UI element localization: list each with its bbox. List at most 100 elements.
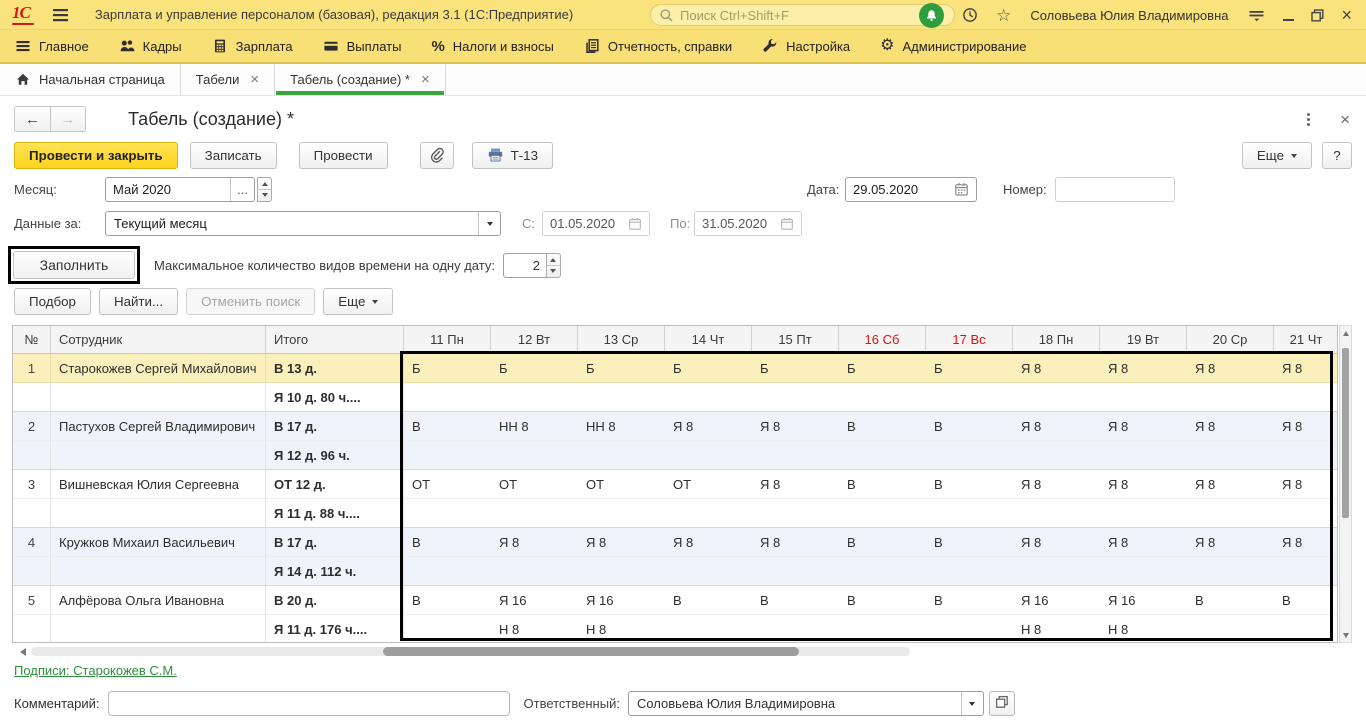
post-button[interactable]: Провести — [299, 142, 388, 169]
day-cell[interactable] — [665, 441, 752, 469]
day-cell[interactable] — [752, 499, 839, 527]
day-cell[interactable]: Я 8 — [1274, 470, 1338, 498]
main-menu-icon[interactable] — [52, 8, 69, 22]
day-cell[interactable]: Я 8 — [665, 412, 752, 440]
notifications-bell-icon[interactable] — [919, 3, 944, 28]
day-cell[interactable] — [926, 441, 1013, 469]
day-cell[interactable]: В — [665, 586, 752, 614]
day-cell[interactable] — [578, 499, 665, 527]
day-cell[interactable]: Я 8 — [1274, 528, 1338, 556]
cancel-search-button[interactable]: Отменить поиск — [186, 288, 315, 315]
day-cell[interactable]: Я 8 — [1100, 354, 1187, 382]
employee-name-cell[interactable]: Пастухов Сергей Владимирович — [51, 412, 266, 440]
vertical-scrollbar[interactable] — [1339, 325, 1352, 643]
day-cell[interactable]: Я 8 — [1100, 412, 1187, 440]
day-cell[interactable] — [752, 441, 839, 469]
day-cell[interactable]: В — [1274, 586, 1338, 614]
period-from-field[interactable]: 01.05.2020 — [542, 211, 650, 236]
day-cell[interactable] — [578, 383, 665, 411]
day-cell[interactable]: В — [839, 470, 926, 498]
day-cell[interactable]: Я 8 — [752, 528, 839, 556]
day-cell[interactable]: В — [926, 586, 1013, 614]
tab-tabel-create[interactable]: Табель (создание) *× — [275, 64, 446, 95]
total-cell[interactable]: Я 11 д. 176 ч.... — [266, 615, 404, 643]
day-cell[interactable] — [1013, 441, 1100, 469]
horizontal-scrollbar-thumb[interactable] — [383, 647, 799, 656]
menu-item-administration[interactable]: ⚙Администрирование — [865, 30, 1041, 62]
total-cell[interactable]: Я 10 д. 80 ч.... — [266, 383, 404, 411]
day-cell[interactable] — [926, 383, 1013, 411]
day-cell[interactable] — [578, 557, 665, 585]
day-cell[interactable]: Я 8 — [1187, 354, 1274, 382]
employee-row[interactable]: 4Кружков Михаил ВасильевичВ 17 д.ВЯ 8Я 8… — [13, 528, 1337, 557]
day-cell[interactable] — [1187, 499, 1274, 527]
global-search[interactable] — [650, 4, 955, 26]
history-icon[interactable] — [961, 6, 979, 24]
day-cell[interactable]: Я 16 — [578, 586, 665, 614]
total-cell[interactable]: Я 12 д. 96 ч. — [266, 441, 404, 469]
day-cell[interactable]: НН 8 — [491, 412, 578, 440]
day-cell[interactable]: В — [839, 412, 926, 440]
day-cell[interactable] — [665, 499, 752, 527]
scroll-down-icon[interactable] — [1340, 628, 1351, 642]
day-cell[interactable] — [1187, 557, 1274, 585]
day-cell[interactable]: ОТ — [665, 470, 752, 498]
menu-item-personnel[interactable]: Кадры — [104, 30, 197, 62]
period-to-field[interactable]: 31.05.2020 — [694, 211, 802, 236]
tab-tabeli[interactable]: Табели× — [181, 64, 275, 95]
month-field[interactable]: Май 2020 ... — [105, 177, 255, 202]
menu-item-salary[interactable]: Зарплата — [197, 30, 308, 62]
day-cell[interactable] — [1013, 557, 1100, 585]
day-cell[interactable] — [839, 615, 926, 643]
day-cell[interactable]: Я 8 — [1013, 470, 1100, 498]
day-cell[interactable] — [1187, 615, 1274, 643]
employee-name-cell[interactable]: Вишневская Юлия Сергеевна — [51, 470, 266, 498]
day-cell[interactable] — [404, 441, 491, 469]
day-cell[interactable]: В — [839, 586, 926, 614]
day-cell[interactable]: Б — [839, 354, 926, 382]
day-cell[interactable]: Н 8 — [491, 615, 578, 643]
day-cell[interactable]: Я 16 — [491, 586, 578, 614]
day-cell[interactable] — [491, 499, 578, 527]
day-cell[interactable] — [1100, 557, 1187, 585]
day-cell[interactable] — [665, 615, 752, 643]
comment-input[interactable] — [108, 691, 510, 716]
employee-row[interactable]: 2Пастухов Сергей ВладимировичВ 17 д.ВНН … — [13, 412, 1337, 441]
max-time-kinds-spinner[interactable] — [546, 253, 561, 278]
day-cell[interactable] — [1187, 441, 1274, 469]
day-cell[interactable]: В — [752, 586, 839, 614]
current-user[interactable]: Соловьева Юлия Владимировна — [1030, 8, 1228, 23]
day-cell[interactable]: ОТ — [404, 470, 491, 498]
max-time-kinds-input[interactable]: 2 — [503, 253, 547, 278]
day-cell[interactable]: В — [926, 528, 1013, 556]
save-button[interactable]: Записать — [190, 142, 277, 169]
day-cell[interactable] — [665, 383, 752, 411]
restore-button[interactable] — [1311, 9, 1324, 22]
pick-button[interactable]: Подбор — [14, 288, 91, 315]
day-cell[interactable]: В — [404, 586, 491, 614]
day-cell[interactable] — [404, 383, 491, 411]
total-cell[interactable]: Я 11 д. 88 ч.... — [266, 499, 404, 527]
more-button-table[interactable]: Еще — [323, 288, 393, 315]
responsible-combo[interactable]: Соловьева Юлия Владимировна — [628, 691, 984, 716]
employee-row-line2[interactable]: Я 11 д. 88 ч.... — [13, 499, 1337, 528]
total-cell[interactable]: Я 14 д. 112 ч. — [266, 557, 404, 585]
menu-item-reports[interactable]: Отчетность, справки — [569, 30, 747, 62]
day-cell[interactable]: Н 8 — [578, 615, 665, 643]
day-cell[interactable] — [752, 557, 839, 585]
employee-name-cell[interactable]: Кружков Михаил Васильевич — [51, 528, 266, 556]
day-cell[interactable] — [1274, 499, 1338, 527]
more-button-top[interactable]: Еще — [1242, 142, 1312, 169]
horizontal-scrollbar[interactable] — [16, 646, 910, 657]
day-cell[interactable] — [404, 557, 491, 585]
day-cell[interactable] — [1274, 383, 1338, 411]
day-cell[interactable] — [1274, 557, 1338, 585]
day-cell[interactable]: Б — [665, 354, 752, 382]
scroll-up-icon[interactable] — [1340, 326, 1351, 340]
day-cell[interactable] — [1013, 499, 1100, 527]
day-cell[interactable]: Я 8 — [1187, 412, 1274, 440]
day-cell[interactable]: Я 8 — [1274, 412, 1338, 440]
employee-name-cell[interactable]: Старокожев Сергей Михайлович — [51, 354, 266, 382]
day-cell[interactable]: Я 8 — [752, 470, 839, 498]
day-cell[interactable] — [926, 557, 1013, 585]
